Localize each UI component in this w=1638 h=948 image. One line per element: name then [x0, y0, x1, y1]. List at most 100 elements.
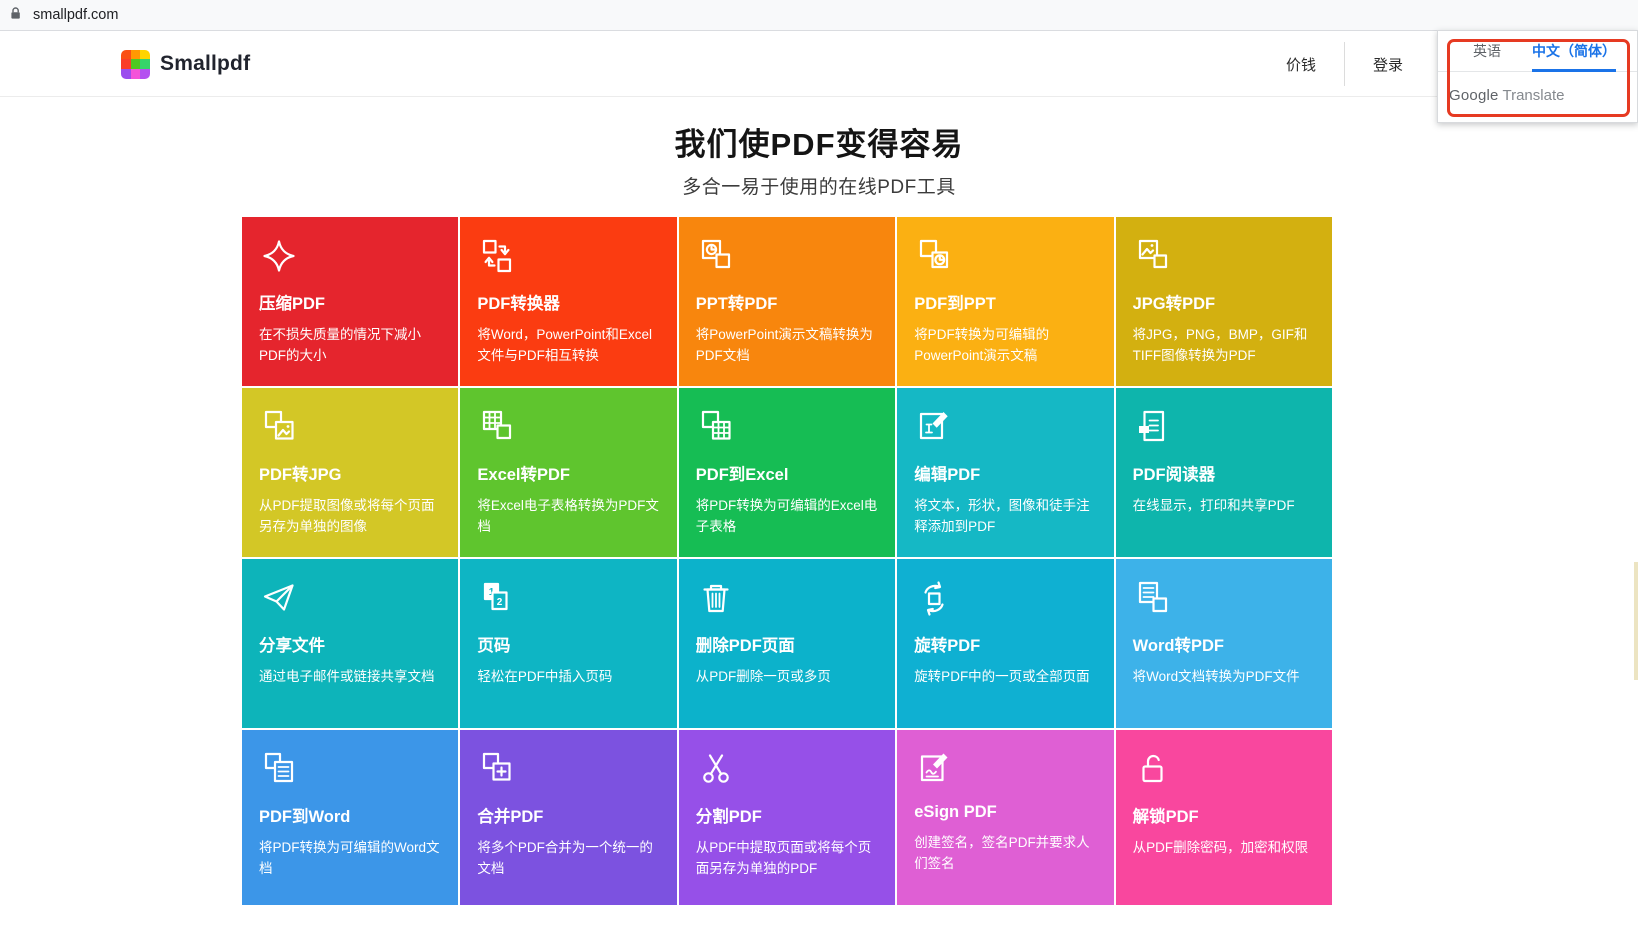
- pdf-to-ppt-icon: [914, 236, 1096, 276]
- brand-logo[interactable]: Smallpdf: [121, 31, 250, 97]
- nav-pricing-link[interactable]: 价钱: [1258, 54, 1344, 75]
- pdf-to-excel-icon: [696, 407, 878, 447]
- tile-desc: 将文本，形状，图像和徒手注释添加到PDF: [914, 496, 1096, 538]
- tool-tile[interactable]: 合并PDF 将多个PDF合并为一个统一的文档: [460, 730, 676, 905]
- tile-title: eSign PDF: [914, 803, 1096, 822]
- translate-attribution[interactable]: Google Translate: [1438, 72, 1637, 119]
- tile-title: 编辑PDF: [914, 461, 1096, 485]
- tile-title: 页码: [477, 632, 659, 656]
- edit-pdf-icon: [914, 407, 1096, 447]
- tool-tile[interactable]: 解锁PDF 从PDF删除密码，加密和权限: [1116, 730, 1332, 905]
- pdf-converter-icon: [477, 236, 659, 276]
- tool-tile[interactable]: PDF转JPG 从PDF提取图像或将每个页面另存为单独的图像: [242, 388, 458, 557]
- svg-text:2: 2: [497, 597, 503, 608]
- ppt-to-pdf-icon: [696, 236, 878, 276]
- tile-desc: 从PDF中提取页面或将每个页面另存为单独的PDF: [696, 838, 878, 880]
- tile-title: PDF转JPG: [259, 461, 441, 485]
- tile-title: 旋转PDF: [914, 632, 1096, 656]
- nav-login-link[interactable]: 登录: [1345, 54, 1431, 75]
- tile-desc: 将PowerPoint演示文稿转换为PDF文档: [696, 325, 878, 367]
- esign-pdf-icon: [914, 749, 1096, 789]
- tile-title: PDF到Excel: [696, 461, 878, 485]
- tile-desc: 创建签名，签名PDF并要求人们签名: [914, 833, 1096, 875]
- tile-title: 合并PDF: [477, 803, 659, 827]
- lock-icon: [9, 6, 22, 25]
- pdf-reader-icon: [1133, 407, 1315, 447]
- smallpdf-logo-icon: [121, 50, 150, 79]
- tile-title: Excel转PDF: [477, 461, 659, 485]
- tile-desc: 将JPG，PNG，BMP，GIF和TIFF图像转换为PDF: [1133, 325, 1315, 367]
- tile-title: 分割PDF: [696, 803, 878, 827]
- tool-tile[interactable]: Word转PDF 将Word文档转换为PDF文件: [1116, 559, 1332, 728]
- tile-desc: 将Word，PowerPoint和Excel文件与PDF相互转换: [477, 325, 659, 367]
- tile-title: PPT转PDF: [696, 290, 878, 314]
- tool-tile[interactable]: 压缩PDF 在不损失质量的情况下减小PDF的大小: [242, 217, 458, 386]
- tile-desc: 从PDF删除一页或多页: [696, 667, 878, 688]
- page-number-icon: 12: [477, 578, 659, 618]
- pdf-to-word-icon: [259, 749, 441, 789]
- translate-tabs: 英语 中文（简体）: [1438, 31, 1637, 72]
- tile-desc: 将Word文档转换为PDF文件: [1133, 667, 1315, 688]
- google-wordmark: Google: [1449, 87, 1499, 104]
- tile-desc: 旋转PDF中的一页或全部页面: [914, 667, 1096, 688]
- tile-title: 压缩PDF: [259, 290, 441, 314]
- tile-title: PDF到PPT: [914, 290, 1096, 314]
- tile-desc: 将多个PDF合并为一个统一的文档: [477, 838, 659, 880]
- tile-title: JPG转PDF: [1133, 290, 1315, 314]
- excel-to-pdf-icon: [477, 407, 659, 447]
- compress-icon: [259, 236, 441, 276]
- tile-title: PDF到Word: [259, 803, 441, 827]
- tile-desc: 将PDF转换为可编辑的PowerPoint演示文稿: [914, 325, 1096, 367]
- tool-tile[interactable]: JPG转PDF 将JPG，PNG，BMP，GIF和TIFF图像转换为PDF: [1116, 217, 1332, 386]
- tile-desc: 将PDF转换为可编辑的Word文档: [259, 838, 441, 880]
- tile-title: PDF阅读器: [1133, 461, 1315, 485]
- unlock-pdf-icon: [1133, 749, 1315, 789]
- hero-section: 我们使PDF变得容易 多合一易于使用的在线PDF工具: [0, 119, 1638, 199]
- tile-desc: 将Excel电子表格转换为PDF文档: [477, 496, 659, 538]
- tile-title: 分享文件: [259, 632, 441, 656]
- translate-wordmark: Translate: [1502, 87, 1564, 104]
- tool-tile[interactable]: 12 页码轻松在PDF中插入页码: [460, 559, 676, 728]
- tool-tile[interactable]: 编辑PDF 将文本，形状，图像和徒手注释添加到PDF: [897, 388, 1113, 557]
- page-title: 我们使PDF变得容易: [0, 119, 1638, 164]
- word-to-pdf-icon: [1133, 578, 1315, 618]
- tile-desc: 将PDF转换为可编辑的Excel电子表格: [696, 496, 878, 538]
- brand-name: Smallpdf: [160, 52, 250, 76]
- tool-tile[interactable]: PDF阅读器在线显示，打印和共享PDF: [1116, 388, 1332, 557]
- tool-tile[interactable]: 分享文件通过电子邮件或链接共享文档: [242, 559, 458, 728]
- url-text: smallpdf.com: [33, 7, 118, 23]
- tile-desc: 轻松在PDF中插入页码: [477, 667, 659, 688]
- tool-tile[interactable]: 旋转PDF 旋转PDF中的一页或全部页面: [897, 559, 1113, 728]
- google-translate-popup: 英语 中文（简体） Google Translate: [1437, 30, 1638, 123]
- tool-tile[interactable]: PDF到Word 将PDF转换为可编辑的Word文档: [242, 730, 458, 905]
- jpg-to-pdf-icon: [1133, 236, 1315, 276]
- tile-title: Word转PDF: [1133, 632, 1315, 656]
- tile-desc: 通过电子邮件或链接共享文档: [259, 667, 441, 688]
- tile-desc: 在不损失质量的情况下减小PDF的大小: [259, 325, 441, 367]
- rotate-pdf-icon: [914, 578, 1096, 618]
- browser-address-bar[interactable]: smallpdf.com: [0, 0, 1638, 31]
- tool-tile[interactable]: PDF到PPT 将PDF转换为可编辑的PowerPoint演示文稿: [897, 217, 1113, 386]
- tab-chinese-simplified[interactable]: 中文（简体）: [1532, 31, 1616, 72]
- tool-grid: 压缩PDF 在不损失质量的情况下减小PDF的大小 PDF转换器将Word，Power…: [242, 217, 1332, 905]
- tool-tile[interactable]: 分割PDF 从PDF中提取页面或将每个页面另存为单独的PDF: [679, 730, 895, 905]
- page-subtitle: 多合一易于使用的在线PDF工具: [0, 172, 1638, 199]
- tile-desc: 从PDF删除密码，加密和权限: [1133, 838, 1315, 859]
- delete-pages-icon: [696, 578, 878, 618]
- tool-tile[interactable]: Excel转PDF 将Excel电子表格转换为PDF文档: [460, 388, 676, 557]
- tile-desc: 在线显示，打印和共享PDF: [1133, 496, 1315, 517]
- tile-title: 删除PDF页面: [696, 632, 878, 656]
- tool-tile[interactable]: PPT转PDF 将PowerPoint演示文稿转换为PDF文档: [679, 217, 895, 386]
- pdf-to-jpg-icon: [259, 407, 441, 447]
- tile-title: 解锁PDF: [1133, 803, 1315, 827]
- split-pdf-icon: [696, 749, 878, 789]
- tool-tile[interactable]: PDF到Excel 将PDF转换为可编辑的Excel电子表格: [679, 388, 895, 557]
- tab-english[interactable]: 英语: [1473, 31, 1501, 72]
- share-file-icon: [259, 578, 441, 618]
- tool-tile[interactable]: 删除PDF页面从PDF删除一页或多页: [679, 559, 895, 728]
- tool-tile[interactable]: PDF转换器将Word，PowerPoint和Excel文件与PDF相互转换: [460, 217, 676, 386]
- tile-desc: 从PDF提取图像或将每个页面另存为单独的图像: [259, 496, 441, 538]
- site-header: Smallpdf 价钱 登录: [0, 31, 1638, 97]
- tile-title: PDF转换器: [477, 290, 659, 314]
- tool-tile[interactable]: eSign PDF 创建签名，签名PDF并要求人们签名: [897, 730, 1113, 905]
